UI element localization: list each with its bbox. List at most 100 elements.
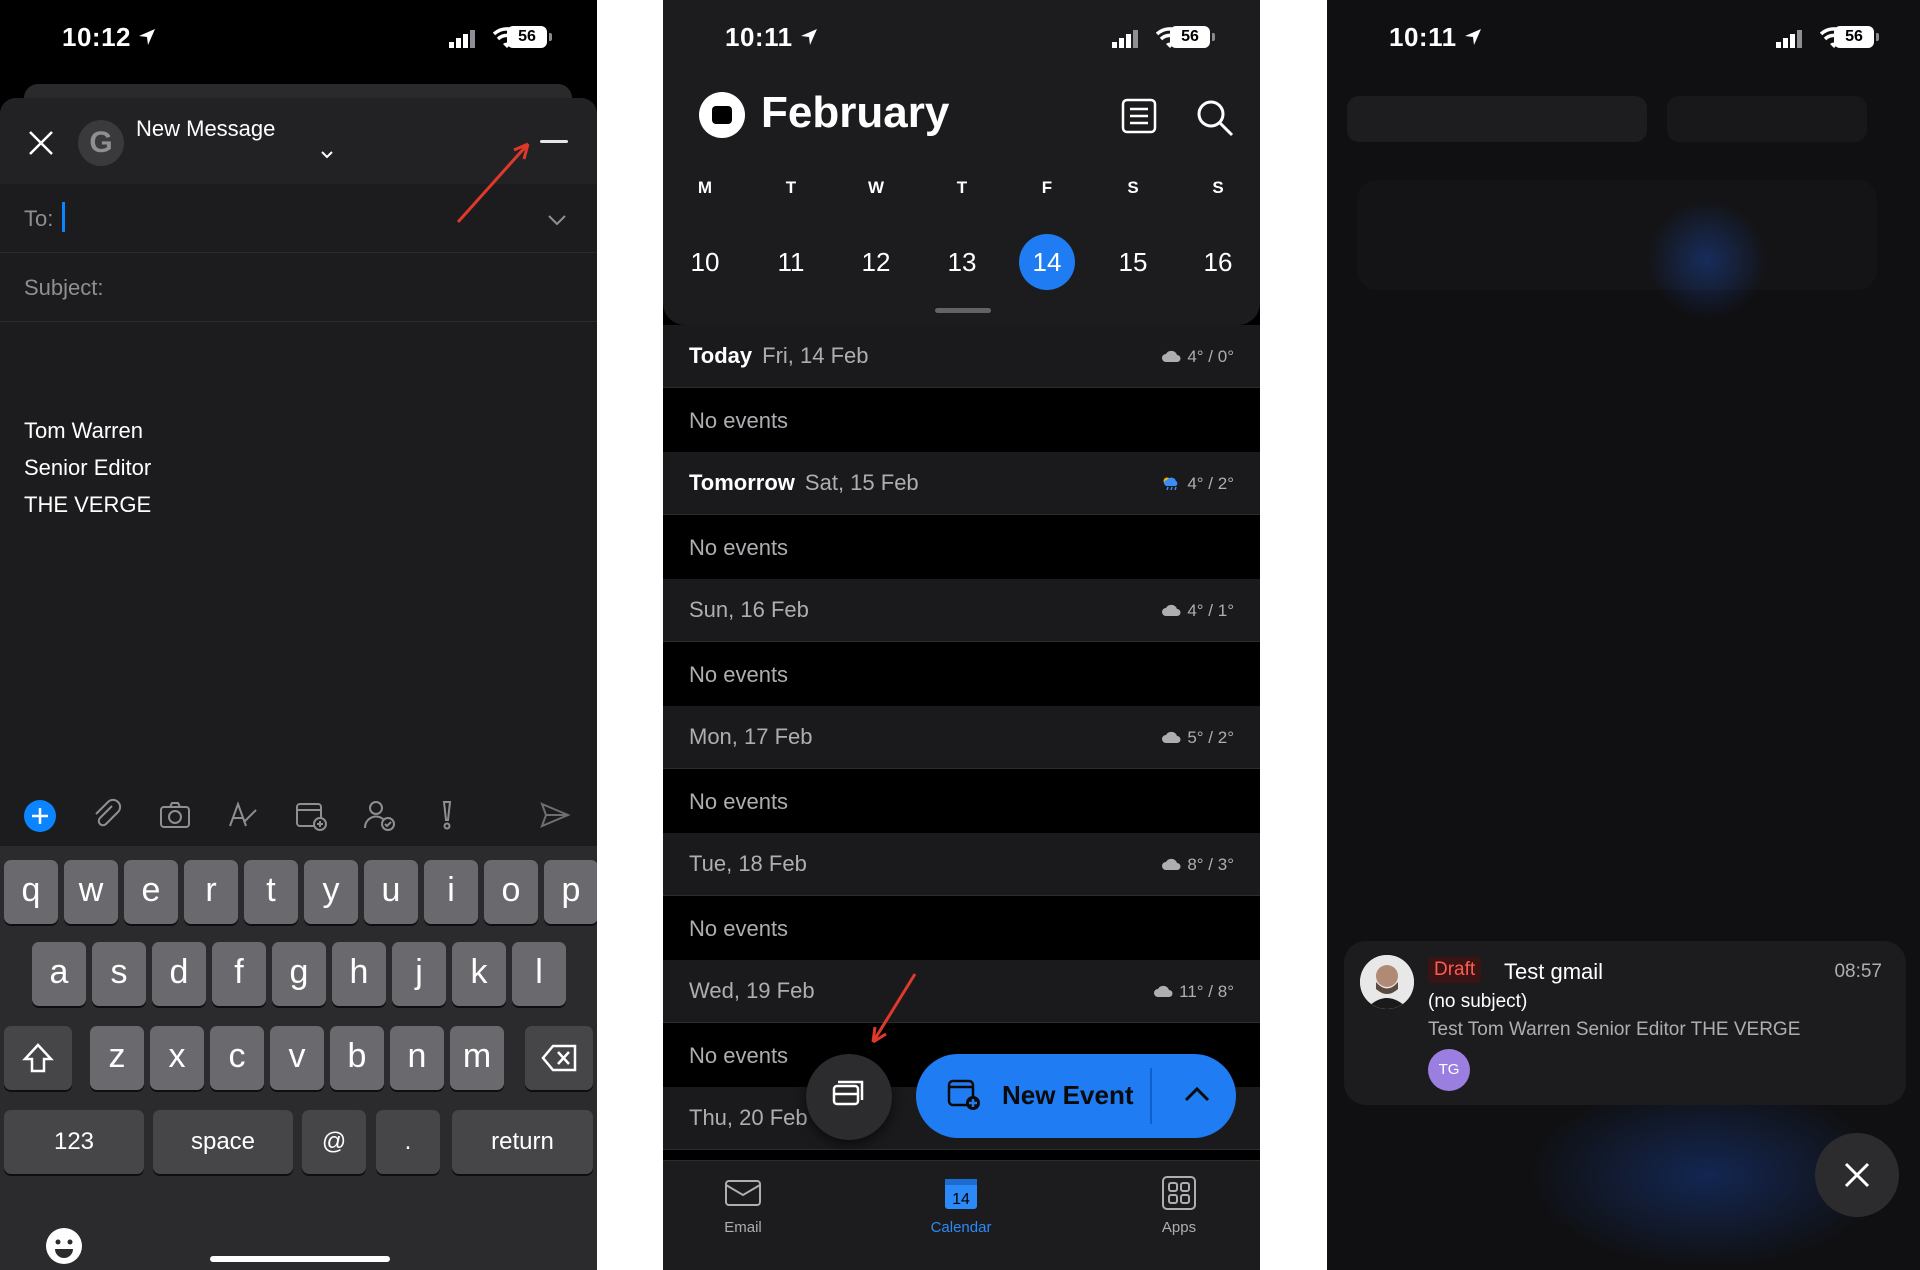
key-m[interactable]: m <box>450 1026 504 1090</box>
no-events-row[interactable]: No events <box>663 388 1260 454</box>
key-p[interactable]: p <box>544 860 597 924</box>
key-w[interactable]: w <box>64 860 118 924</box>
key-q[interactable]: q <box>4 860 58 924</box>
chevron-down-icon[interactable] <box>547 214 567 226</box>
importance-icon[interactable] <box>430 798 464 832</box>
drag-handle[interactable] <box>935 308 991 313</box>
close-icon[interactable] <box>26 128 56 158</box>
key-n[interactable]: n <box>390 1026 444 1090</box>
key-b[interactable]: b <box>330 1026 384 1090</box>
key-a[interactable]: a <box>32 942 86 1006</box>
key-v[interactable]: v <box>270 1026 324 1090</box>
paperclip-icon[interactable] <box>90 798 124 832</box>
key-z[interactable]: z <box>90 1026 144 1090</box>
period-key[interactable]: . <box>376 1110 440 1174</box>
to-field[interactable]: To: <box>0 184 597 253</box>
account-avatar[interactable]: G <box>78 120 124 166</box>
no-events-label: No events <box>689 1043 789 1068</box>
subject-field[interactable]: Subject: <box>0 253 597 322</box>
key-y[interactable]: y <box>304 860 358 924</box>
key-g[interactable]: g <box>272 942 326 1006</box>
signature-line[interactable]: Tom Warren <box>24 418 143 444</box>
add-button[interactable] <box>24 800 56 832</box>
calendar-screen: 10:11 56 February M T W T F S S 10 11 12 13 14 15 16 … <box>663 0 1260 1270</box>
notification-screen: 10:11 56 Draft Test gmail 08:57 (no subj… <box>1327 0 1920 1270</box>
outlook-logo[interactable] <box>699 92 745 138</box>
key-x[interactable]: x <box>150 1026 204 1090</box>
day-header[interactable]: Tomorrow Sat, 15 Feb 4° / 2° <box>663 452 1260 515</box>
tab-apps[interactable]: Apps <box>1119 1175 1239 1236</box>
signature-line[interactable]: Senior Editor <box>24 455 151 481</box>
no-events-row[interactable]: No events <box>663 769 1260 835</box>
account-avatar[interactable]: TG <box>1428 1049 1470 1091</box>
key-j[interactable]: j <box>392 942 446 1006</box>
date-cell[interactable]: 16 <box>1190 234 1246 290</box>
day-header[interactable]: Mon, 17 Feb 5° / 2° <box>663 706 1260 769</box>
camera-icon[interactable] <box>158 798 192 832</box>
calendar-add-icon[interactable] <box>294 798 328 832</box>
cloud-icon <box>1162 604 1181 616</box>
month-title[interactable]: February <box>761 88 949 138</box>
rain-sun-icon <box>1163 477 1178 490</box>
shift-key[interactable] <box>4 1026 72 1090</box>
key-s[interactable]: s <box>92 942 146 1006</box>
dismiss-button[interactable] <box>1815 1133 1899 1217</box>
key-e[interactable]: e <box>124 860 178 924</box>
contact-check-icon[interactable] <box>362 798 396 832</box>
day-header[interactable]: Wed, 19 Feb 11° / 8° <box>663 960 1260 1023</box>
date-cell[interactable]: 15 <box>1105 234 1161 290</box>
new-event-button[interactable]: New Event <box>916 1054 1236 1138</box>
no-events-row[interactable]: No events <box>663 642 1260 708</box>
date-cell[interactable]: 10 <box>677 234 733 290</box>
emoji-icon[interactable] <box>44 1226 84 1266</box>
status-bar: 10:11 56 <box>1327 0 1920 78</box>
search-icon[interactable] <box>1195 98 1235 138</box>
date-selected[interactable]: 14 <box>1019 234 1075 290</box>
numbers-key[interactable]: 123 <box>4 1110 144 1174</box>
date-cell[interactable]: 12 <box>848 234 904 290</box>
day-header[interactable]: Tue, 18 Feb 8° / 3° <box>663 833 1260 896</box>
format-text-icon[interactable] <box>226 798 260 832</box>
inbox-switch-button[interactable] <box>806 1054 892 1140</box>
key-o[interactable]: o <box>484 860 538 924</box>
date-cell[interactable]: 13 <box>934 234 990 290</box>
status-time: 10:12 <box>62 22 131 52</box>
key-r[interactable]: r <box>184 860 238 924</box>
battery-indicator: 56 <box>1170 26 1215 48</box>
person-photo-icon <box>1360 955 1414 1009</box>
chevron-up-icon[interactable] <box>1182 1084 1212 1104</box>
key-d[interactable]: d <box>152 942 206 1006</box>
key-f[interactable]: f <box>212 942 266 1006</box>
date-cell[interactable]: 11 <box>763 234 819 290</box>
no-events-row[interactable]: No events <box>663 515 1260 581</box>
backspace-key[interactable] <box>525 1026 593 1090</box>
draft-notification[interactable]: Draft Test gmail 08:57 (no subject) Test… <box>1344 941 1906 1105</box>
cellular-signal-icon <box>1776 30 1802 48</box>
space-key[interactable]: space <box>153 1110 293 1174</box>
key-h[interactable]: h <box>332 942 386 1006</box>
divider <box>1150 1068 1152 1124</box>
key-i[interactable]: i <box>424 860 478 924</box>
minimize-button[interactable] <box>540 140 568 143</box>
tab-email[interactable]: Email <box>683 1175 803 1236</box>
location-arrow-icon <box>139 29 155 45</box>
day-header[interactable]: Today Fri, 14 Feb 4° / 0° <box>663 325 1260 388</box>
at-key[interactable]: @ <box>302 1110 366 1174</box>
day-name: Today <box>689 343 753 368</box>
day-header[interactable]: Sun, 16 Feb 4° / 1° <box>663 579 1260 642</box>
key-l[interactable]: l <box>512 942 566 1006</box>
key-u[interactable]: u <box>364 860 418 924</box>
send-icon[interactable] <box>538 798 572 832</box>
return-key[interactable]: return <box>452 1110 593 1174</box>
no-events-row[interactable]: No events <box>663 896 1260 962</box>
list-view-icon[interactable] <box>1121 98 1157 134</box>
tab-label: Calendar <box>930 1219 992 1236</box>
key-k[interactable]: k <box>452 942 506 1006</box>
tab-calendar[interactable]: 14 Calendar <box>901 1175 1021 1236</box>
key-t[interactable]: t <box>244 860 298 924</box>
signature-line[interactable]: THE VERGE <box>24 492 151 518</box>
chevron-down-icon[interactable] <box>320 150 334 160</box>
text-caret <box>62 202 65 232</box>
weekday-label: T <box>956 178 968 197</box>
key-c[interactable]: c <box>210 1026 264 1090</box>
